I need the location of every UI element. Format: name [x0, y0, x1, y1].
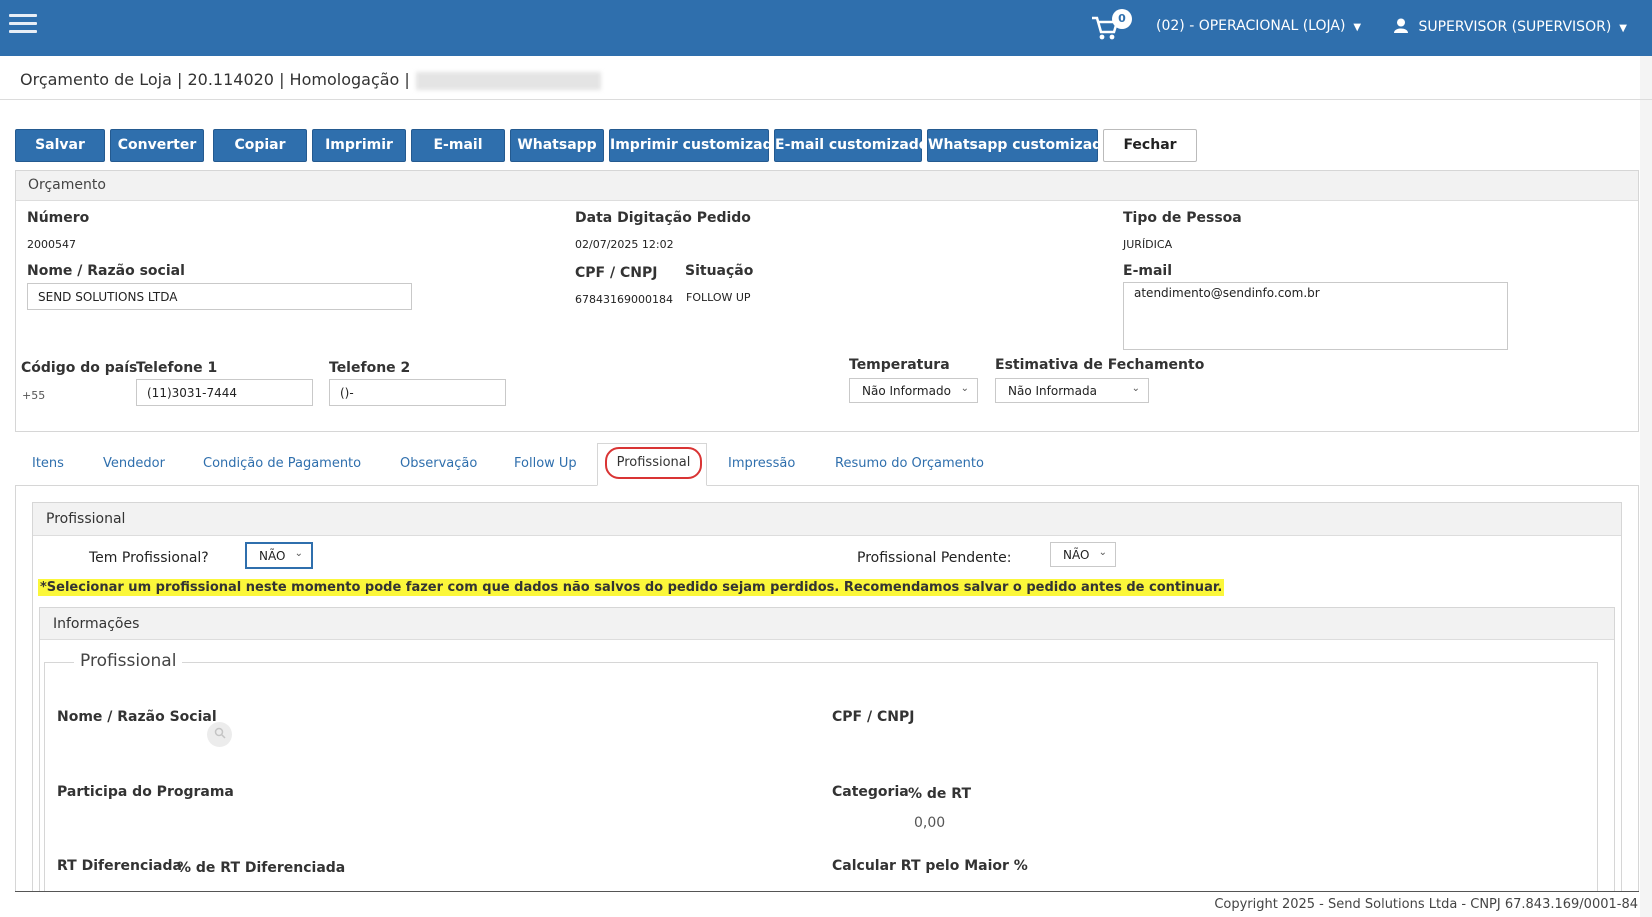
- telefone1-label: Telefone 1: [136, 360, 218, 376]
- prof-cpf-label: CPF / CNPJ: [832, 709, 915, 725]
- chevron-down-icon: ⌄: [1098, 547, 1107, 558]
- page-title: Orçamento de Loja | 20.114020 | Homologa…: [20, 70, 601, 90]
- user-label: SUPERVISOR (SUPERVISOR): [1418, 19, 1612, 35]
- data-digitacao-label: Data Digitação Pedido: [575, 210, 751, 226]
- chevron-down-icon: ⌄: [1131, 383, 1140, 394]
- email-field[interactable]: atendimento@sendinfo.com.br: [1123, 282, 1508, 350]
- save-button[interactable]: Salvar: [15, 129, 105, 162]
- warning-message: *Selecionar um profissional neste moment…: [38, 579, 1225, 596]
- temperatura-value: Não Informado: [862, 384, 951, 398]
- telefone2-label: Telefone 2: [329, 360, 411, 376]
- estimativa-label: Estimativa de Fechamento: [995, 357, 1205, 373]
- print-button[interactable]: Imprimir: [312, 129, 406, 162]
- whatsapp-custom-button[interactable]: Whatsapp customizado: [927, 129, 1112, 162]
- numero-value: 2000547: [27, 238, 76, 251]
- footer-divider: [15, 891, 1639, 892]
- telefone2-field[interactable]: ()-: [329, 379, 506, 406]
- tipo-pessoa-label: Tipo de Pessoa: [1123, 210, 1242, 226]
- tab-observacao[interactable]: Observação: [400, 456, 477, 471]
- rt-label: % de RT: [908, 786, 971, 802]
- profissional-pendente-value: NÃO: [1063, 548, 1090, 562]
- categoria-label: Categoria: [832, 784, 909, 800]
- email-custom-button[interactable]: E-mail customizado: [774, 129, 928, 162]
- profissional-pendente-label: Profissional Pendente:: [857, 550, 1012, 566]
- chevron-down-icon: ⌄: [294, 548, 303, 559]
- rt-diferenciada-pct-label: % de RT Diferenciada: [177, 860, 346, 876]
- nome-razao-label: Nome / Razão social: [27, 263, 185, 279]
- scrollbar[interactable]: [1640, 56, 1652, 917]
- tem-profissional-select[interactable]: NÃO ⌄: [245, 542, 313, 569]
- telefone1-field[interactable]: (11)3031-7444: [136, 379, 313, 406]
- profissional-legend: Profissional: [74, 651, 183, 671]
- estimativa-value: Não Informada: [1008, 384, 1097, 398]
- data-digitacao-value: 02/07/2025 12:02: [575, 238, 674, 251]
- informacoes-panel-title: Informações: [40, 608, 1614, 640]
- situacao-value: FOLLOW UP: [686, 291, 751, 304]
- nome-razao-field[interactable]: SEND SOLUTIONS LTDA: [27, 283, 412, 310]
- blurred-client-name: [415, 71, 601, 90]
- tab-profissional[interactable]: Profissional: [605, 447, 702, 479]
- numero-label: Número: [27, 210, 90, 226]
- rt-diferenciada-label: RT Diferenciada: [57, 858, 182, 874]
- tab-condicao-pagamento[interactable]: Condição de Pagamento: [203, 456, 361, 471]
- cpf-cnpj-value: 67843169000184: [575, 293, 673, 306]
- tab-follow-up[interactable]: Follow Up: [514, 456, 577, 471]
- tem-profissional-value: NÃO: [259, 549, 286, 563]
- estimativa-select[interactable]: Não Informada ⌄: [995, 378, 1149, 403]
- tab-resumo[interactable]: Resumo do Orçamento: [835, 456, 984, 471]
- close-button[interactable]: Fechar: [1103, 129, 1197, 162]
- tipo-pessoa-value: JURÍDICA: [1123, 238, 1173, 251]
- search-icon[interactable]: [207, 722, 232, 747]
- store-selector[interactable]: (02) - OPERACIONAL (LOJA) ▼: [1156, 18, 1361, 34]
- calcular-rt-label: Calcular RT pelo Maior %: [832, 858, 1028, 874]
- tab-itens[interactable]: Itens: [32, 456, 64, 471]
- top-navbar: 0 (02) - OPERACIONAL (LOJA) ▼ SUPERVISOR …: [0, 0, 1652, 56]
- orcamento-panel-title: Orçamento: [16, 171, 1638, 201]
- user-icon: [1394, 18, 1418, 35]
- tem-profissional-label: Tem Profissional?: [89, 550, 209, 566]
- profissional-pendente-select[interactable]: NÃO ⌄: [1050, 542, 1116, 567]
- temperatura-select[interactable]: Não Informado ⌄: [849, 378, 978, 403]
- user-menu[interactable]: SUPERVISOR (SUPERVISOR) ▼: [1394, 18, 1627, 35]
- hamburger-menu-icon[interactable]: [9, 14, 37, 36]
- situacao-label: Situação: [685, 263, 754, 279]
- prof-nome-label: Nome / Razão Social: [57, 709, 217, 725]
- email-button[interactable]: E-mail: [411, 129, 505, 162]
- profissional-panel-title: Profissional: [33, 503, 1621, 536]
- tab-vendedor[interactable]: Vendedor: [103, 456, 165, 471]
- cart-count-badge: 0: [1112, 9, 1132, 29]
- temperatura-label: Temperatura: [849, 357, 950, 373]
- footer-copyright: Copyright 2025 - Send Solutions Ltda - C…: [1214, 897, 1638, 912]
- email-label: E-mail: [1123, 263, 1173, 279]
- print-custom-button[interactable]: Imprimir customizado: [609, 129, 782, 162]
- chevron-down-icon: ▼: [1619, 23, 1627, 34]
- codigo-pais-label: Código do país: [21, 360, 138, 376]
- tab-impressao[interactable]: Impressão: [728, 456, 795, 471]
- whatsapp-button[interactable]: Whatsapp: [510, 129, 604, 162]
- chevron-down-icon: ⌄: [960, 383, 969, 394]
- page-title-text: Orçamento de Loja | 20.114020 | Homologa…: [20, 70, 410, 89]
- rt-value: 0,00: [914, 815, 946, 831]
- participa-programa-label: Participa do Programa: [57, 784, 234, 800]
- cpf-cnpj-label: CPF / CNPJ: [575, 265, 658, 281]
- divider: [0, 99, 1652, 100]
- store-label: (02) - OPERACIONAL (LOJA): [1156, 18, 1346, 34]
- convert-button[interactable]: Converter: [110, 129, 204, 162]
- codigo-pais-value: +55: [22, 389, 46, 402]
- profissional-fieldset: [44, 662, 1598, 892]
- chevron-down-icon: ▼: [1353, 22, 1362, 33]
- copy-button[interactable]: Copiar: [213, 129, 307, 162]
